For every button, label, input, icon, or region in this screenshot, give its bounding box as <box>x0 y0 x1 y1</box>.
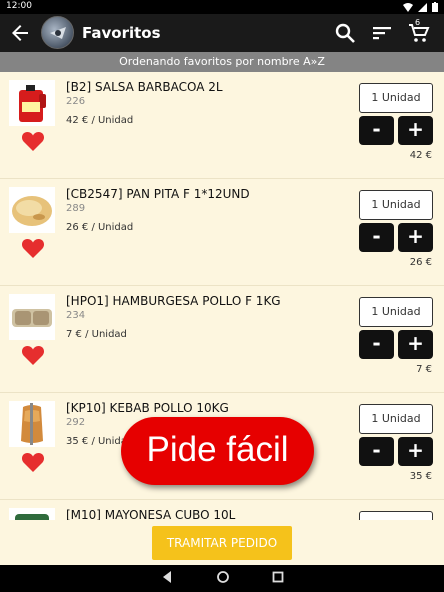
signal-icon <box>418 2 427 12</box>
product-name: [M10] MAYONESA CUBO 10L <box>66 508 236 520</box>
product-unit-price: 26 € / Unidad <box>66 222 134 233</box>
decrease-quantity-button[interactable]: - <box>359 223 394 252</box>
favorite-heart-icon[interactable] <box>21 130 45 152</box>
unit-selector[interactable]: 1 Unidad <box>359 297 433 327</box>
search-icon[interactable] <box>333 21 357 45</box>
product-code: 234 <box>66 310 86 321</box>
product-name: [B2] SALSA BARBACOA 2L <box>66 80 223 94</box>
list-item: [CB2547] PAN PITA F 1*12UND 289 26 € / U… <box>0 179 444 286</box>
increase-quantity-button[interactable]: + <box>398 437 433 466</box>
list-item: [HPO1] HAMBURGESA POLLO F 1KG 234 7 € / … <box>0 286 444 393</box>
nav-recents-icon[interactable] <box>272 570 284 584</box>
cart-count-badge: 6 <box>415 18 421 27</box>
battery-icon <box>432 2 438 12</box>
decrease-quantity-button[interactable]: - <box>359 437 394 466</box>
product-code: 226 <box>66 96 86 107</box>
place-order-button[interactable]: TRAMITAR PEDIDO <box>152 526 292 560</box>
favorite-heart-icon[interactable] <box>21 237 45 259</box>
increase-quantity-button[interactable]: + <box>398 330 433 359</box>
decrease-quantity-button[interactable]: - <box>359 116 394 145</box>
unit-selector[interactable]: 1 Unidad <box>359 83 433 113</box>
system-icons <box>403 2 438 12</box>
app-logo <box>41 16 74 49</box>
list-item: [M10] MAYONESA CUBO 10L <box>0 500 444 520</box>
app-bar: Favoritos 6 <box>0 14 444 52</box>
increase-quantity-button[interactable]: + <box>398 116 433 145</box>
promo-banner: Pide fácil <box>121 417 314 485</box>
favorite-heart-icon[interactable] <box>21 344 45 366</box>
product-image <box>9 508 55 520</box>
status-bar: 12:00 <box>0 0 444 14</box>
logo-emblem-icon <box>50 27 66 39</box>
unit-selector[interactable]: 1 Unidad <box>359 404 433 434</box>
product-name: [HPO1] HAMBURGESA POLLO F 1KG <box>66 294 281 308</box>
product-image <box>9 80 55 126</box>
product-code: 289 <box>66 203 86 214</box>
product-image <box>9 401 55 447</box>
product-image <box>9 187 55 233</box>
nav-home-icon[interactable] <box>216 570 230 584</box>
sort-icon[interactable] <box>370 21 394 45</box>
line-total: 42 € <box>409 150 432 161</box>
page-title: Favoritos <box>82 24 161 42</box>
unit-selector[interactable]: 1 Unidad <box>359 190 433 220</box>
back-arrow-icon[interactable] <box>8 21 32 45</box>
list-item: [B2] SALSA BARBACOA 2L 226 42 € / Unidad… <box>0 72 444 179</box>
increase-quantity-button[interactable]: + <box>398 223 433 252</box>
nav-back-icon[interactable] <box>161 570 173 584</box>
status-time: 12:00 <box>6 1 32 11</box>
cart-button[interactable]: 6 <box>407 18 431 45</box>
product-unit-price: 42 € / Unidad <box>66 115 134 126</box>
system-nav-bar <box>0 565 444 592</box>
decrease-quantity-button[interactable]: - <box>359 330 394 359</box>
product-code: 292 <box>66 417 86 428</box>
sort-label: Ordenando favoritos por nombre A»Z <box>0 52 444 72</box>
wifi-icon <box>403 2 413 12</box>
unit-selector[interactable] <box>359 511 433 520</box>
product-name: [CB2547] PAN PITA F 1*12UND <box>66 187 250 201</box>
favorite-heart-icon[interactable] <box>21 451 45 473</box>
line-total: 35 € <box>409 471 432 482</box>
line-total: 7 € <box>416 364 432 375</box>
product-unit-price: 7 € / Unidad <box>66 329 127 340</box>
product-image <box>9 294 55 340</box>
line-total: 26 € <box>409 257 432 268</box>
product-name: [KP10] KEBAB POLLO 10KG <box>66 401 229 415</box>
